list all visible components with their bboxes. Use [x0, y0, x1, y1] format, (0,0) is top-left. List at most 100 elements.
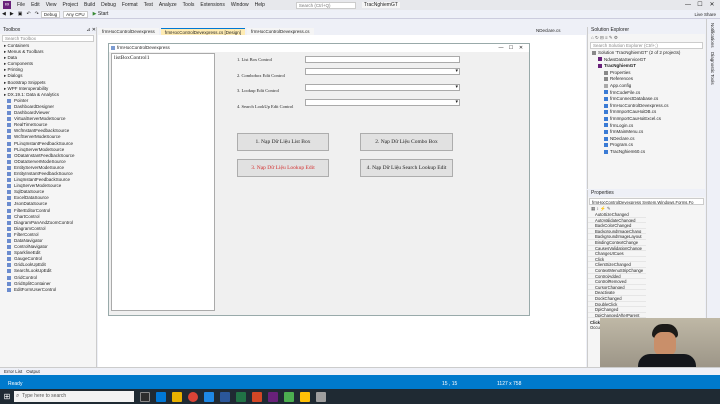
- start-button[interactable]: ▶ Start: [93, 11, 109, 17]
- toolbox-item[interactable]: EditFormUserControl: [0, 287, 96, 293]
- solution-tree-label: TracNghiemGT: [604, 63, 637, 69]
- excel-icon[interactable]: [236, 391, 246, 402]
- maximize-icon[interactable]: ☐: [694, 0, 706, 10]
- back-icon[interactable]: ◀: [2, 11, 6, 17]
- save-icon[interactable]: ▣: [18, 11, 23, 17]
- mail-icon[interactable]: [204, 391, 214, 402]
- menu-window[interactable]: Window: [228, 2, 252, 8]
- file-icon: [604, 116, 608, 121]
- file-icon: [604, 96, 608, 101]
- solution-tree-label: frmCodeFile.cs: [610, 89, 641, 95]
- file-icon: [604, 149, 608, 154]
- solution-tree-item[interactable]: Solution 'TracNghiemGT' (2 of 2 projects…: [588, 50, 705, 57]
- minimize-icon[interactable]: —: [682, 0, 694, 10]
- solution-tree-item[interactable]: frmImportCauHoiExcel.cs: [588, 116, 705, 123]
- properties-object-selector[interactable]: frmHocControlDevexpress System.Windows.F…: [589, 198, 704, 205]
- load-list-box-button[interactable]: 1. Nạp Dữ Liệu List Box: [237, 133, 329, 151]
- solution-tree-item[interactable]: frmMainMenu.cs: [588, 129, 705, 136]
- configuration-dropdown[interactable]: Debug: [40, 10, 61, 18]
- word-icon[interactable]: [220, 391, 230, 402]
- list-box-control[interactable]: listBoxControl1: [111, 53, 215, 311]
- app-icon[interactable]: [284, 391, 294, 402]
- solution-tree-label: frmHocControlDevexpress.cs: [610, 102, 669, 108]
- solution-explorer-search-input[interactable]: Search Solution Explorer (Ctrl+;): [590, 42, 703, 49]
- menu-build[interactable]: Build: [81, 2, 98, 8]
- file-icon: [604, 129, 608, 134]
- solution-tree-item[interactable]: Program.cs: [588, 142, 705, 149]
- file-explorer-icon[interactable]: [172, 391, 182, 402]
- solution-tree: Solution 'TracNghiemGT' (2 of 2 projects…: [588, 50, 705, 156]
- combobox-edit-dropdown[interactable]: [305, 68, 460, 75]
- tab-ndeclare[interactable]: NDeclare.cs: [536, 27, 586, 35]
- toolbox-search-input[interactable]: Search Toolbox: [2, 35, 94, 42]
- undo-icon[interactable]: ↶: [26, 11, 30, 17]
- live-share-button[interactable]: Live Share: [694, 12, 716, 17]
- solution-tree-item[interactable]: frmHocControlDevexpress.cs: [588, 103, 705, 110]
- status-position: 15 , 15: [442, 381, 458, 387]
- start-label: Start: [97, 11, 109, 17]
- folder-icon[interactable]: [300, 391, 310, 402]
- settings-icon[interactable]: [316, 391, 326, 402]
- edge-icon[interactable]: [156, 391, 166, 402]
- close-icon[interactable]: ✕: [706, 0, 718, 10]
- menu-view[interactable]: View: [43, 2, 60, 8]
- load-search-lookup-edit-button[interactable]: 4. Nạp Dữ Liệu Search Lookup Edit: [360, 159, 453, 177]
- solution-tree-item[interactable]: frmCodeFile.cs: [588, 90, 705, 97]
- forward-icon[interactable]: ▶: [10, 11, 14, 17]
- solution-tree-item[interactable]: frmConnectDatabase.cs: [588, 96, 705, 103]
- output-tab[interactable]: Output: [26, 369, 40, 374]
- solution-tree-item[interactable]: NdwsDataServiceGT: [588, 57, 705, 64]
- menu-extensions[interactable]: Extensions: [197, 2, 227, 8]
- solution-tree-item[interactable]: TracNghiem60.cs: [588, 149, 705, 156]
- tab-form[interactable]: frmHocControlDevexpress: [98, 28, 159, 35]
- status-ready: Ready: [8, 381, 23, 387]
- menu-help[interactable]: Help: [252, 2, 268, 8]
- bottom-tabs: Error List Output: [0, 367, 720, 375]
- file-icon: [604, 90, 608, 95]
- solution-tree-item[interactable]: References: [588, 76, 705, 83]
- solution-tree-item[interactable]: App.config: [588, 83, 705, 90]
- powerpoint-icon[interactable]: [252, 391, 262, 402]
- menu-project[interactable]: Project: [59, 2, 81, 8]
- windows-start-icon[interactable]: ⊞: [0, 389, 14, 404]
- error-list-tab[interactable]: Error List: [4, 369, 22, 374]
- menu-tools[interactable]: Tools: [180, 2, 198, 8]
- form-title: frmHocControlDevexpress: [117, 45, 170, 50]
- menu-debug[interactable]: Debug: [98, 2, 119, 8]
- redo-icon[interactable]: ↷: [35, 11, 39, 17]
- menu-file[interactable]: File: [14, 2, 28, 8]
- form-icon: [111, 46, 115, 50]
- label-combobox-edit-control: 2. Combobox Edit Control: [237, 73, 286, 78]
- load-lookup-edit-button[interactable]: 3. Nạp Dữ Liệu Lookup Edit: [237, 159, 329, 177]
- tab-form-code[interactable]: frmHocControlDevexpress.cs: [247, 28, 314, 35]
- task-view-icon[interactable]: [140, 391, 150, 402]
- solution-explorer-title: Solution Explorer: [588, 27, 705, 34]
- solution-tree-label: References: [610, 76, 634, 82]
- solution-tree-item[interactable]: frmLogin.cs: [588, 123, 705, 130]
- platform-dropdown[interactable]: Any CPU: [63, 10, 88, 18]
- visual-studio-taskbar-icon[interactable]: [268, 391, 278, 402]
- menu-test[interactable]: Test: [141, 2, 156, 8]
- designed-form[interactable]: frmHocControlDevexpress — ☐ ✕ listBoxContr…: [108, 43, 530, 316]
- lookup-edit-dropdown[interactable]: [305, 84, 460, 91]
- list-box-text-input[interactable]: [305, 56, 460, 63]
- status-size: 1127 x 758: [497, 381, 522, 387]
- chrome-icon[interactable]: [188, 391, 198, 402]
- search-lookup-edit-dropdown[interactable]: [305, 99, 460, 106]
- load-combo-box-button[interactable]: 2. Nạp Dữ Liệu Combo Box: [360, 133, 453, 151]
- menu-format[interactable]: Format: [119, 2, 141, 8]
- tab-form-design[interactable]: frmHocControlDevexpress.cs [Design]: [160, 28, 246, 35]
- taskbar-search-input[interactable]: Type here to search: [14, 391, 134, 402]
- menu-analyze[interactable]: Analyze: [156, 2, 180, 8]
- diagnostic-tools-tab[interactable]: Diagnostic Tools: [710, 52, 715, 85]
- solution-tree-item[interactable]: NDeclare.cs: [588, 136, 705, 143]
- toolbox-panel: Toolbox ⊿ ✕ Search Toolbox ▸ Containers ▸ …: [0, 27, 97, 367]
- global-search-input[interactable]: Search (Ctrl+Q): [295, 1, 356, 9]
- solution-tree-item[interactable]: TracNghiemGT: [588, 63, 705, 70]
- menu-edit[interactable]: Edit: [28, 2, 43, 8]
- pin-icon[interactable]: ⊿ ✕: [86, 27, 96, 34]
- file-icon: [604, 143, 608, 148]
- solution-tree-item[interactable]: Properties: [588, 70, 705, 77]
- solution-tree-item[interactable]: frmImportCauHoiDB.cs: [588, 109, 705, 116]
- notifications-tab[interactable]: Notifications: [710, 23, 715, 48]
